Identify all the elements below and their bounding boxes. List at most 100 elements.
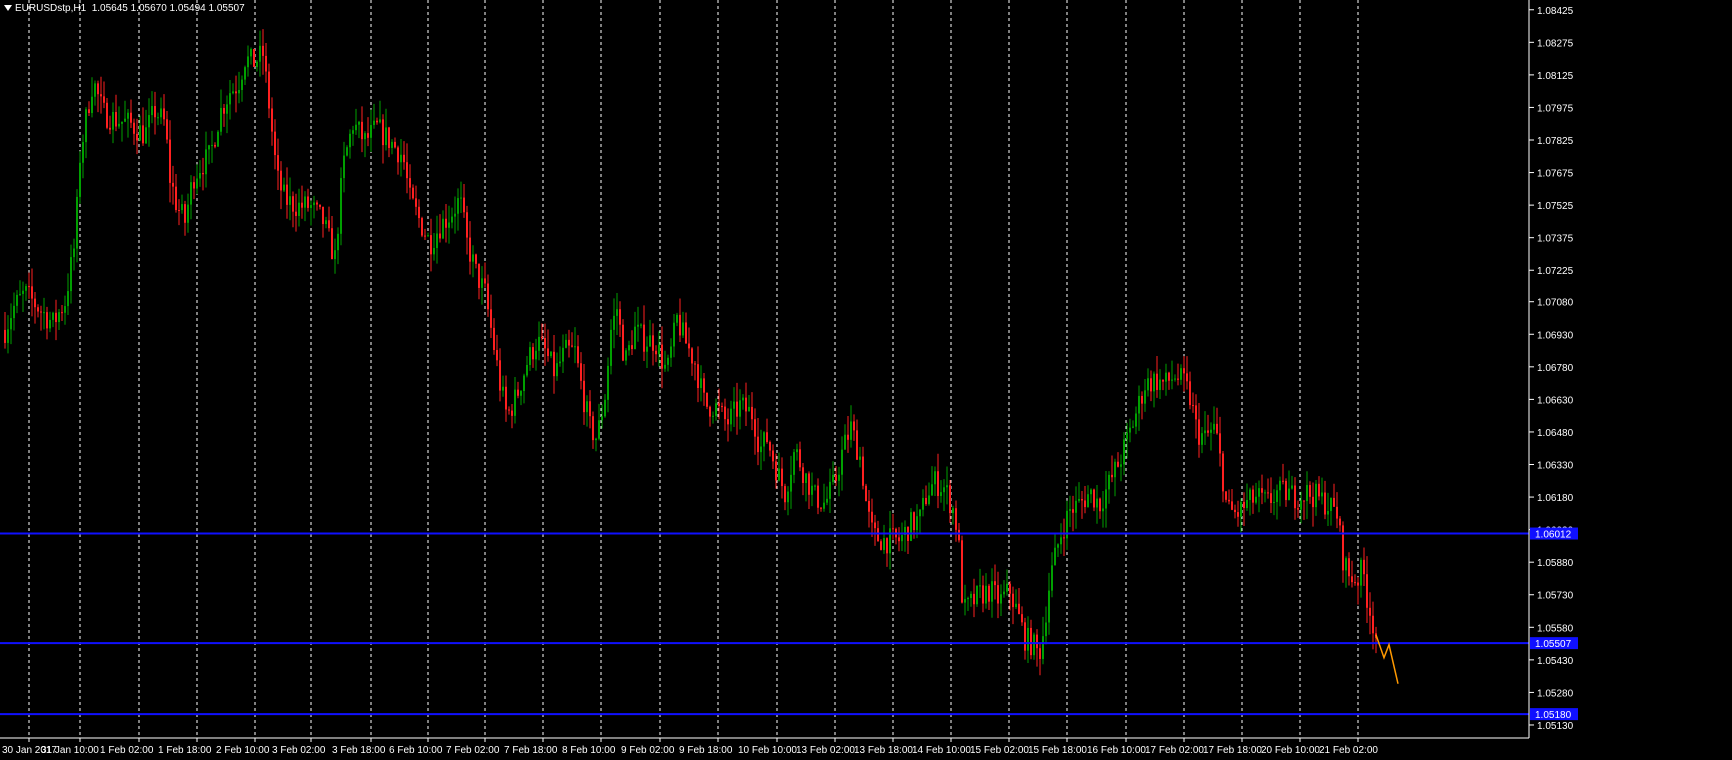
candle-body (700, 378, 702, 389)
candle-body (937, 471, 939, 496)
candle-body (1264, 492, 1266, 494)
candle-body (133, 122, 135, 134)
candle-body (1177, 378, 1179, 380)
candle-body (229, 93, 231, 105)
candle-body (574, 346, 576, 348)
candle-body (400, 154, 402, 163)
candle-body (640, 324, 642, 326)
candle-body (691, 348, 693, 364)
candle-body (799, 449, 801, 468)
price-tick-label: 1.07225 (1537, 266, 1574, 277)
candle-body (37, 307, 39, 312)
candle-body (1156, 373, 1158, 390)
candle-body (598, 420, 600, 439)
candle-body (1045, 622, 1047, 637)
candle-body (760, 446, 762, 453)
candle-body (268, 71, 270, 109)
candle-body (166, 119, 168, 140)
candle-body (964, 599, 966, 603)
candle-body (19, 293, 21, 295)
candle-body (1309, 485, 1311, 497)
candle-body (70, 257, 72, 292)
price-chart[interactable]: 1.08425 1.08275 1.08125 1.07975 1.07825 1.076… (0, 0, 1732, 760)
candle-body (364, 133, 366, 140)
price-tick-label: 1.06630 (1537, 395, 1574, 406)
candle-body (976, 585, 978, 605)
candle-body (988, 585, 990, 602)
candle-body (883, 538, 885, 550)
candle-body (430, 235, 432, 255)
price-tick-label: 1.05730 (1537, 591, 1574, 602)
candle-body (1297, 508, 1299, 510)
price-axis[interactable]: 1.08425 1.08275 1.08125 1.07975 1.07825 1.076… (1528, 0, 1732, 760)
candle-body (604, 399, 606, 417)
candle-body (1345, 558, 1347, 571)
candle-body (1231, 501, 1233, 510)
candle-body (1348, 558, 1350, 577)
candle-body (613, 315, 615, 330)
candle-body (853, 421, 855, 431)
candle-body (625, 350, 627, 361)
candle-body (1267, 492, 1269, 494)
candle-body (877, 528, 879, 542)
time-axis[interactable]: 30 Jan 201731 Jan 10:00 1 Feb 02:00 1 Feb … (0, 737, 1529, 756)
candle-body (610, 329, 612, 366)
candle-body (592, 416, 594, 441)
candle-body (607, 365, 609, 400)
candle-body (1096, 498, 1098, 508)
candle-body (49, 319, 51, 329)
candle-body (331, 228, 333, 260)
level-price-label: 1.06012 (1535, 530, 1572, 541)
candle-body (868, 500, 870, 512)
candle-body (454, 213, 456, 217)
candle-body (1363, 559, 1365, 575)
candle-body (1084, 500, 1086, 508)
candle-body (961, 540, 963, 603)
candle-body (493, 327, 495, 351)
candle-body (769, 442, 771, 451)
candle-body (448, 222, 450, 228)
candle-body (109, 127, 111, 130)
candle-body (910, 512, 912, 541)
candle-body (91, 96, 93, 114)
candle-body (79, 162, 81, 197)
price-tick-label: 1.07375 (1537, 234, 1574, 245)
candle-body (376, 120, 378, 123)
candle-body (481, 278, 483, 288)
candle-body (1228, 499, 1230, 502)
candle-body (112, 112, 114, 130)
candle-body (463, 197, 465, 213)
candle-body (1102, 508, 1104, 512)
candle-body (1165, 372, 1167, 382)
candle-body (535, 350, 537, 360)
candle-body (706, 392, 708, 407)
candle-body (25, 286, 27, 291)
candle-body (1051, 565, 1053, 591)
candle-body (397, 147, 399, 163)
candle-body (784, 486, 786, 503)
candle-body (1054, 547, 1056, 566)
candle-body (1135, 413, 1137, 427)
candle-body (478, 263, 480, 288)
candle-body (829, 481, 831, 499)
candle-body (424, 235, 426, 237)
dropdown-triangle-icon[interactable] (4, 5, 12, 12)
time-tick-label: 15 Feb 18:00 (1028, 745, 1087, 756)
candle-body (1132, 426, 1134, 428)
candle-body (88, 109, 90, 114)
candle-body (1300, 500, 1302, 510)
candle-body (1078, 498, 1080, 501)
candle-body (1333, 497, 1335, 507)
candle-body (838, 474, 840, 481)
candle-body (4, 329, 6, 343)
candle-body (997, 585, 999, 604)
candle-body (1093, 489, 1095, 508)
time-tick-label: 21 Feb 02:00 (1319, 745, 1378, 756)
candle-body (334, 250, 336, 260)
candle-body (934, 471, 936, 485)
candle-body (763, 432, 765, 447)
candle-body (1036, 634, 1038, 649)
candle-body (1027, 627, 1029, 651)
candle-body (412, 187, 414, 199)
candle-body (973, 593, 975, 605)
